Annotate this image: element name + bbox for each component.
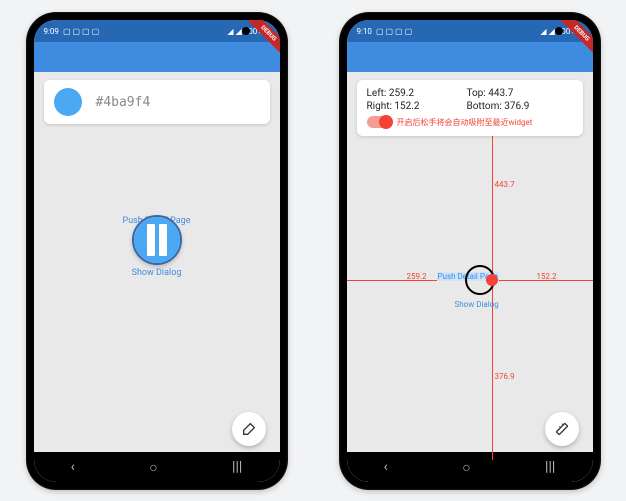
color-magnifier[interactable]: [132, 215, 182, 265]
status-bar: 9:09 ▢ ▢ ▢ ▢ ◢ ◢ 100% ▮: [34, 20, 280, 42]
magnifier-bar: [159, 224, 167, 256]
app-bar: [347, 42, 593, 72]
wifi-icon: ◢: [549, 27, 555, 36]
camera-cutout: [242, 27, 250, 35]
nav-back[interactable]: ‹: [71, 459, 75, 475]
camera-cutout: [555, 27, 563, 35]
ruler-top-label: 443.7: [495, 180, 515, 189]
show-dialog-link[interactable]: Show Dialog: [123, 268, 191, 278]
nav-home[interactable]: ○: [149, 459, 157, 476]
nav-recent[interactable]: |||: [232, 459, 242, 475]
hex-value: #4ba9f4: [96, 95, 151, 110]
ruler-card: Left: 259.2 Top: 443.7 Right: 152.2 Bott…: [357, 80, 583, 136]
right-measure: Right: 152.2: [367, 101, 447, 112]
show-dialog-link[interactable]: Show Dialog: [455, 300, 499, 309]
ruler-fab[interactable]: [545, 412, 579, 446]
nav-bar: ‹ ○ |||: [34, 452, 280, 482]
nav-bar: ‹ ○ |||: [347, 452, 593, 482]
ruler-bottom-label: 376.9: [495, 372, 515, 381]
top-measure: Top: 443.7: [467, 88, 547, 99]
nav-back[interactable]: ‹: [384, 459, 388, 475]
phone-left: 9:09 ▢ ▢ ▢ ▢ ◢ ◢ 100% ▮ DEBUG #4ba9f4: [26, 12, 288, 490]
status-icons: ▢ ▢ ▢ ▢: [63, 27, 99, 36]
magnifier-bar: [147, 224, 155, 256]
signal-icon: ◢: [227, 27, 233, 36]
picker-fab[interactable]: [232, 412, 266, 446]
status-time: 9:10: [357, 27, 372, 36]
left-measure: Left: 259.2: [367, 88, 447, 99]
bottom-measure: Bottom: 376.9: [467, 101, 547, 112]
ruler-center-dot[interactable]: [486, 274, 498, 286]
app-bar: [34, 42, 280, 72]
status-icons: ▢ ▢ ▢ ▢: [376, 27, 412, 36]
nav-recent[interactable]: |||: [545, 459, 555, 475]
color-picker-icon: [241, 421, 257, 437]
status-bar: 9:10 ▢ ▢ ▢ ▢ ◢ ◢ 100% ▮: [347, 20, 593, 42]
ruler-left-label: 259.2: [407, 272, 427, 281]
snap-toggle-label: 开启后松手将会自动吸附至最近widget: [397, 117, 533, 128]
wifi-icon: ◢: [236, 27, 242, 36]
status-time: 9:09: [44, 27, 59, 36]
ruler-right-label: 152.2: [537, 272, 557, 281]
signal-icon: ◢: [540, 27, 546, 36]
color-card: #4ba9f4: [44, 80, 270, 124]
ruler-icon: [554, 421, 570, 437]
phone-right: 9:10 ▢ ▢ ▢ ▢ ◢ ◢ 100% ▮ DEBUG Left: 259.…: [339, 12, 601, 490]
nav-home[interactable]: ○: [462, 459, 470, 476]
color-swatch: [54, 88, 82, 116]
snap-toggle[interactable]: [367, 116, 391, 128]
